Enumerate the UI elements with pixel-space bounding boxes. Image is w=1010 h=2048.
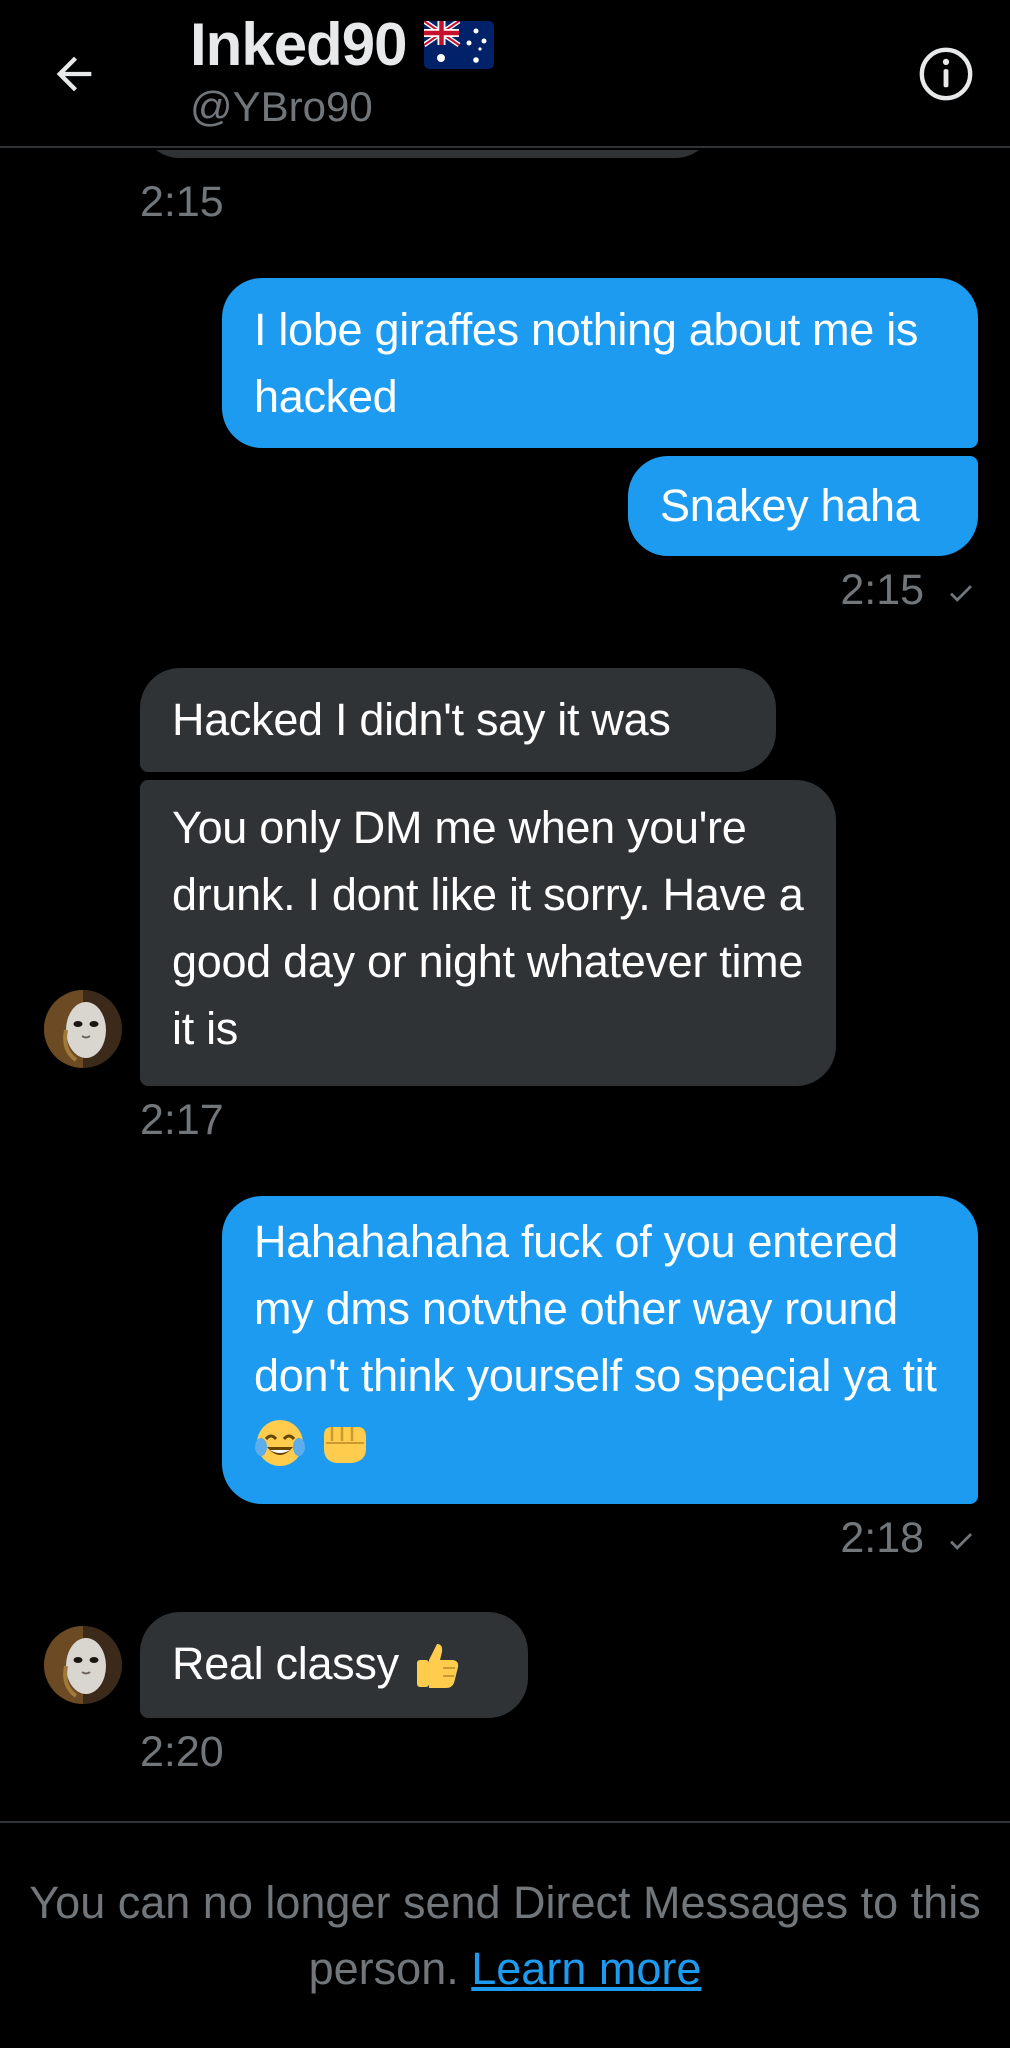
conversation-info-button[interactable] (916, 44, 976, 104)
message-text: Hacked I didn't say it was (172, 694, 671, 745)
message-text: You only DM me when you're drunk. I dont… (172, 802, 804, 1054)
conversation-title: Inked90 (190, 11, 407, 78)
tears-of-joy-emoji (255, 1420, 305, 1467)
dm-conversation-screen: Inked90 @YBro90 2:15 I lobe giraffes not… (0, 0, 1010, 2048)
sender-avatar[interactable] (44, 1626, 122, 1704)
message-list[interactable]: 2:15 I lobe giraffes nothing about me is… (0, 150, 1010, 1820)
message-bubble-outgoing[interactable]: Snakey haha (628, 456, 978, 556)
message-text: Hahahahaha fuck of you entered my dms no… (254, 1216, 937, 1401)
conversation-handle: @YBro90 (190, 83, 373, 130)
dm-disabled-notice: You can no longer send Direct Messages t… (0, 1870, 1010, 2002)
sender-avatar[interactable] (44, 990, 122, 1068)
message-timestamp: 2:15 (840, 566, 976, 615)
message-bubble-incoming[interactable]: Hacked I didn't say it was (140, 668, 776, 772)
message-text: Real classy (172, 1638, 399, 1689)
sent-check-icon (950, 1532, 972, 1550)
message-timestamp: 2:18 (840, 1514, 976, 1563)
message-bubble-outgoing[interactable]: I lobe giraffes nothing about me is hack… (222, 278, 978, 448)
message-timestamp: 2:20 (140, 1728, 224, 1776)
message-bubble-incoming-partial[interactable] (140, 150, 715, 158)
conversation-header: Inked90 @YBro90 (0, 0, 1010, 148)
message-timestamp: 2:15 (140, 178, 224, 226)
sent-check-icon (950, 584, 972, 602)
fist-bump-emoji (324, 1427, 367, 1464)
info-icon (919, 47, 973, 101)
mask-avatar-image (44, 990, 122, 1068)
back-button[interactable] (44, 44, 104, 104)
arrow-left-icon (56, 56, 92, 92)
message-text: Snakey haha (660, 480, 920, 531)
conversation-title-block[interactable]: Inked90 @YBro90 (190, 10, 495, 132)
message-bubble-outgoing[interactable]: Hahahahaha fuck of you entered my dms no… (222, 1196, 978, 1504)
message-timestamp: 2:17 (140, 1096, 224, 1144)
australia-flag-icon (424, 21, 495, 69)
thumbs-up-emoji (416, 1644, 459, 1689)
message-bubble-incoming[interactable]: Real classy (140, 1612, 528, 1718)
learn-more-link[interactable]: Learn more (471, 1943, 701, 1994)
message-bubble-incoming[interactable]: You only DM me when you're drunk. I dont… (140, 780, 836, 1086)
mask-avatar-image (44, 1626, 122, 1704)
message-text: I lobe giraffes nothing about me is hack… (254, 304, 919, 422)
composer-divider (0, 1821, 1010, 1823)
